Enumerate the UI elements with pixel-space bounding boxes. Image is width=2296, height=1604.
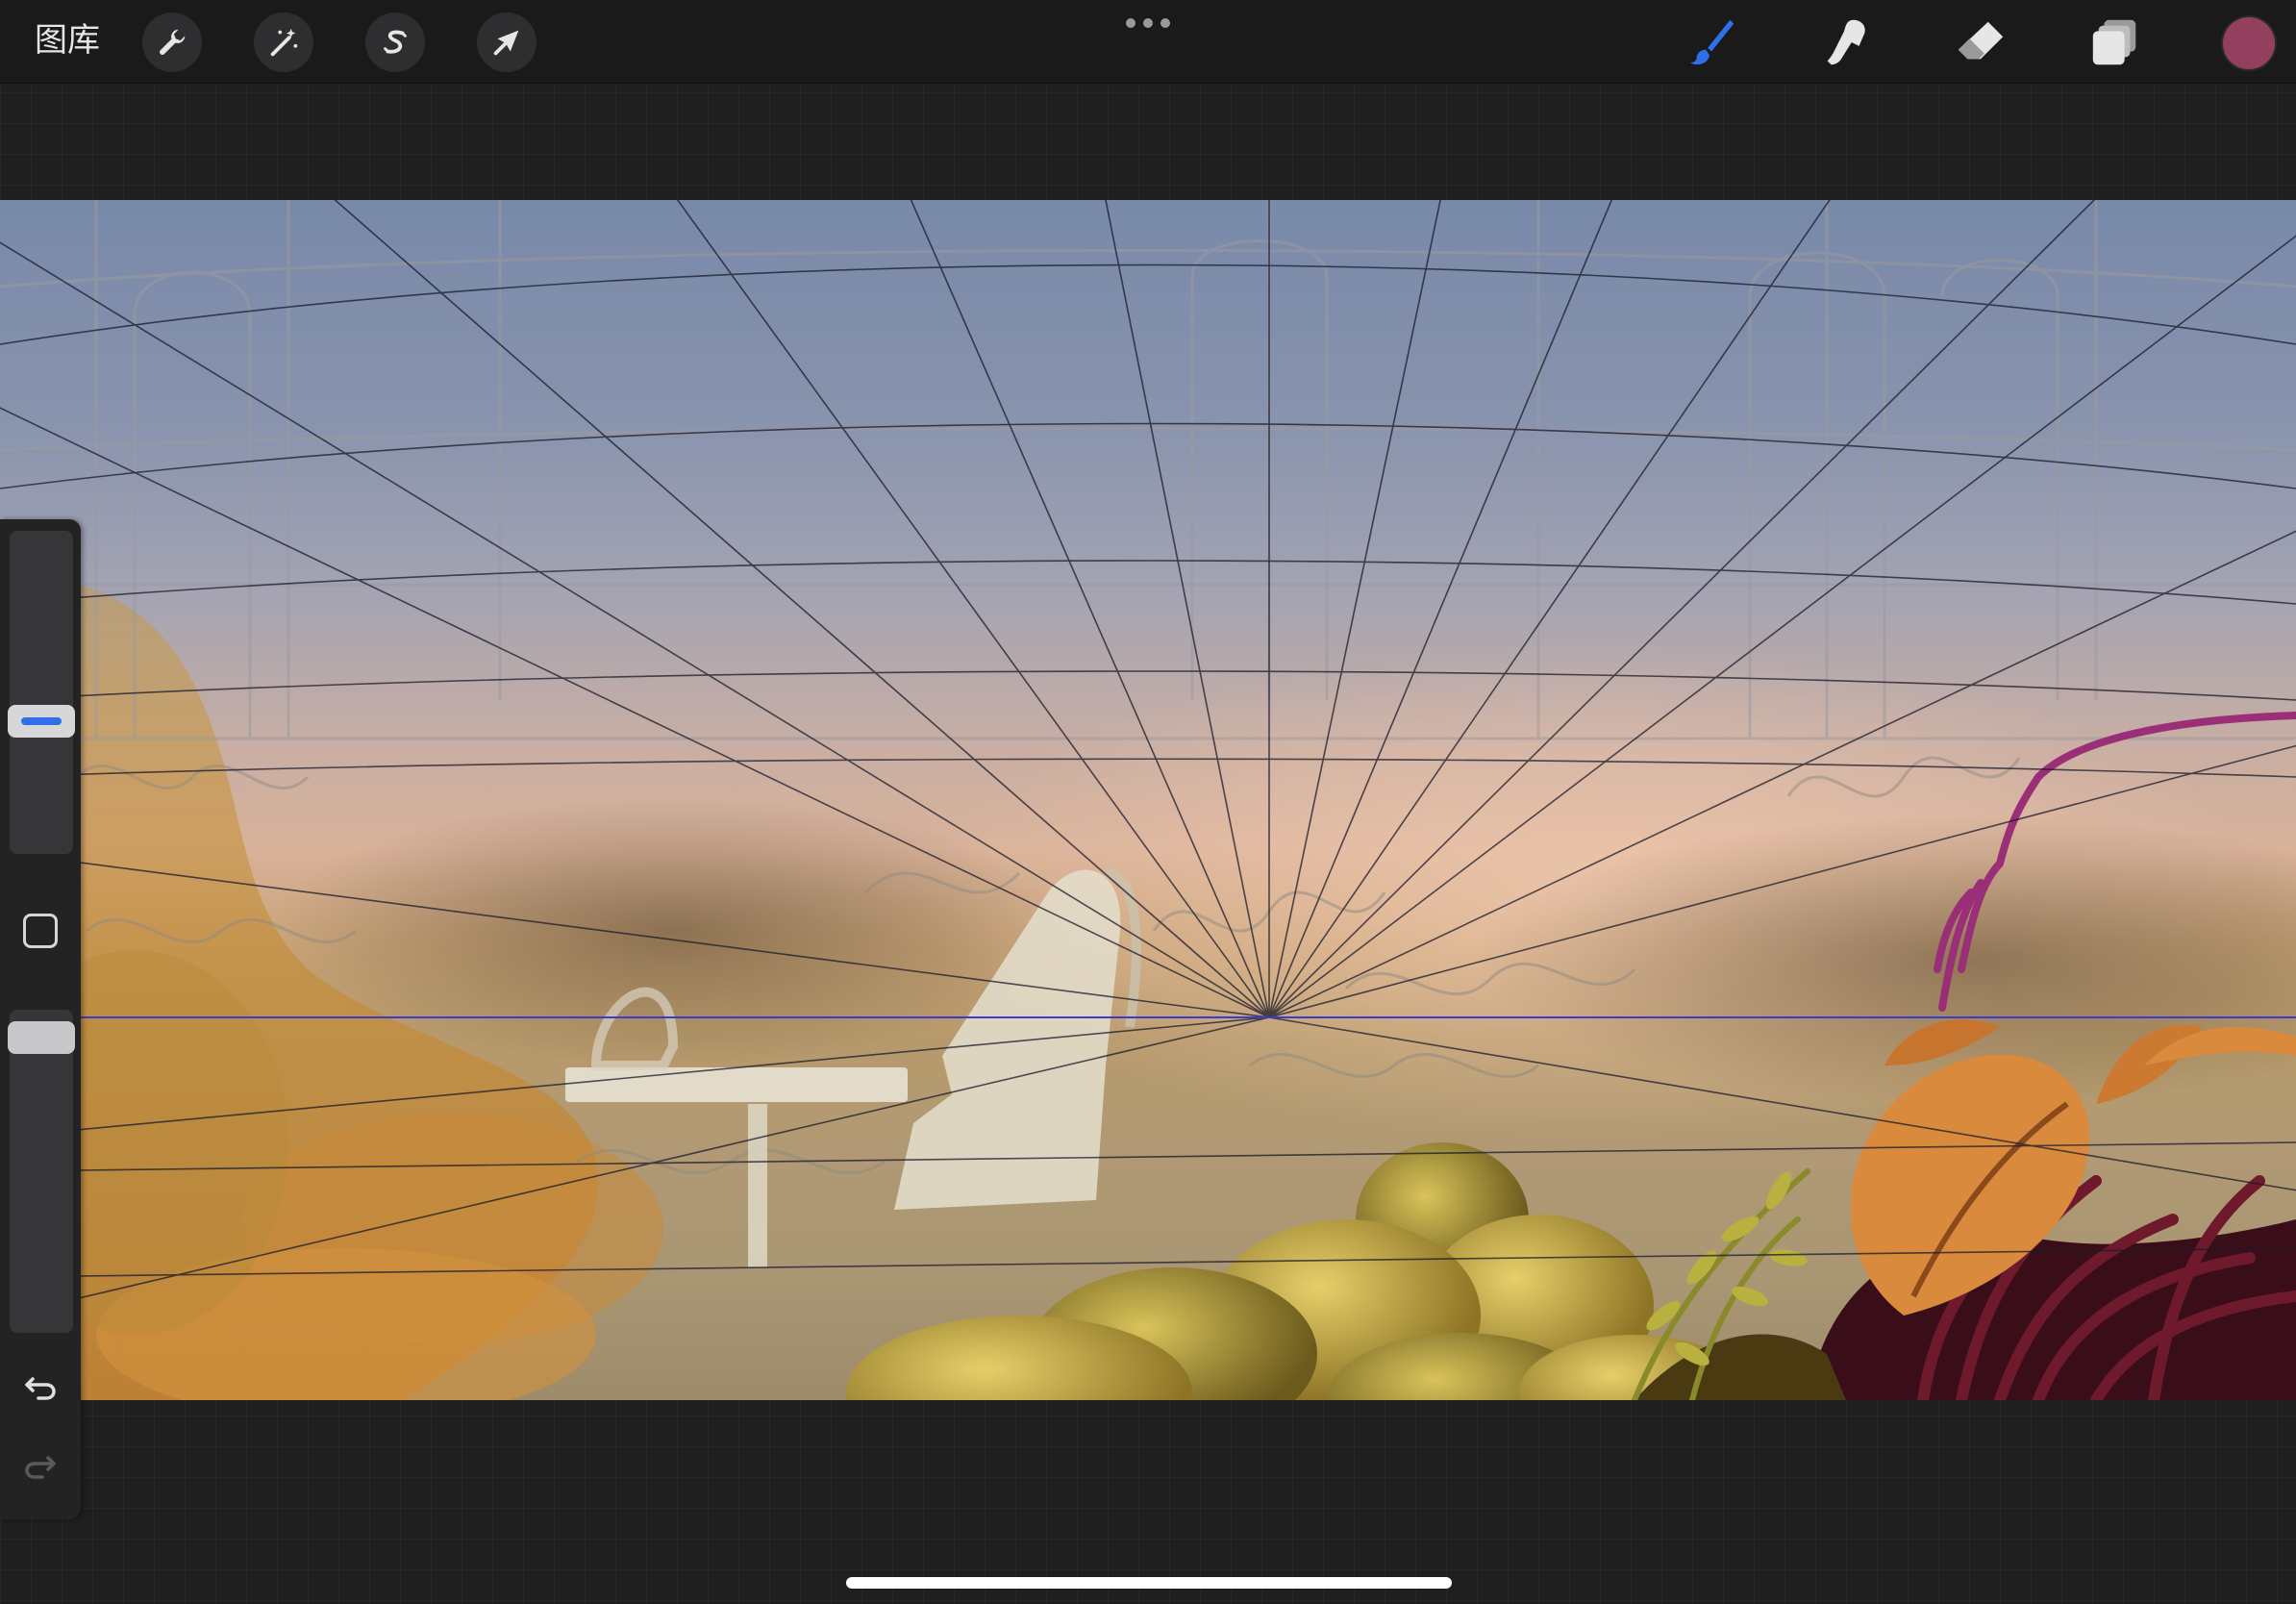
wrench-icon [160,29,186,55]
arrow-cursor-icon [493,30,519,56]
color-picker-button[interactable] [2223,17,2275,69]
layers-icon [2092,19,2136,65]
eraser-icon [1958,21,2004,60]
brush-size-thumb[interactable] [8,705,75,738]
brush-opacity-thumb[interactable] [8,1021,75,1054]
redo-button[interactable] [19,1444,62,1487]
undo-arrow-icon [25,1377,56,1400]
procreate-app: 图库 [0,0,2296,1604]
eraser-tool-button[interactable] [1950,12,2011,73]
smudge-tool-button[interactable] [1815,12,1877,73]
paintbrush-icon [1689,19,1734,65]
gallery-button[interactable]: 图库 [35,19,100,62]
adjustments-button[interactable] [254,13,313,72]
transform-button[interactable] [477,13,537,72]
brush-sidebar [0,519,81,1519]
home-indicator[interactable] [846,1577,1452,1589]
brush-opacity-slider[interactable] [8,1010,75,1333]
selection-s-icon [384,30,407,54]
painting-layer [0,200,2296,1400]
drawing-canvas[interactable] [0,200,2296,1400]
modify-button[interactable] [23,914,58,948]
ellipsis-icon [1126,18,1136,28]
top-toolbar: 图库 [0,0,2296,84]
brush-tool-button[interactable] [1681,12,1742,73]
actions-button[interactable] [142,13,202,72]
selection-button[interactable] [365,13,425,72]
undo-button[interactable] [19,1366,62,1408]
magic-wand-icon [270,28,298,57]
layers-button[interactable] [2084,12,2146,73]
smudge-finger-icon [1827,19,1865,65]
brush-size-slider[interactable] [8,531,75,854]
more-menu-button[interactable] [1126,15,1170,31]
greenhouse-sketch [0,200,2296,740]
redo-arrow-icon [25,1456,56,1479]
